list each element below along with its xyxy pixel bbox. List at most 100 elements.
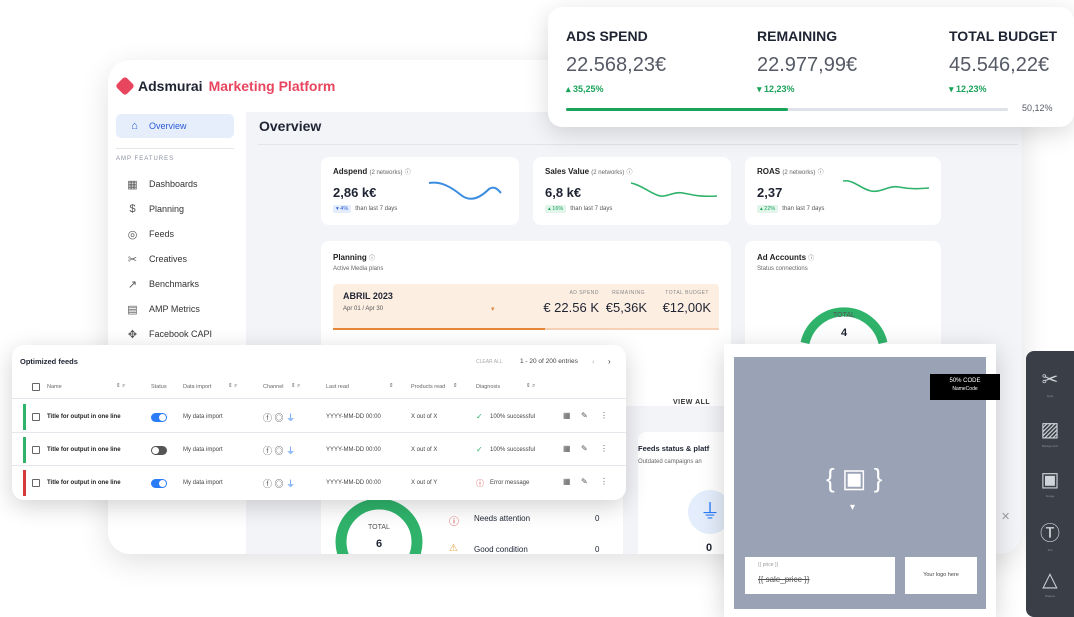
- chevron-right-icon[interactable]: ›: [608, 357, 611, 366]
- sort-search-icon[interactable]: ⇕ ⌕: [116, 383, 125, 390]
- products-read: X out of X: [411, 414, 438, 420]
- pagination-entries: 1 - 20 of 200 entries: [520, 358, 578, 365]
- info-icon: ⓘ: [817, 170, 824, 176]
- app-logo[interactable]: Adsmurai Marketing Platform: [115, 76, 336, 96]
- kpi-card-sales-value[interactable]: Sales Value (2 networks) ⓘ 6,8 k€ ▴ 16% t…: [533, 157, 731, 225]
- sort-icon[interactable]: ⇕: [389, 383, 394, 389]
- feed-name[interactable]: Title for output in one line: [47, 414, 121, 420]
- tool-style[interactable]: ✂ Style: [1026, 367, 1074, 398]
- edit-icon[interactable]: ✎: [581, 411, 588, 420]
- remaining-value: €5,36K: [605, 300, 647, 315]
- info-icon: ⓘ: [808, 256, 815, 262]
- col-channel[interactable]: Channel: [263, 384, 284, 390]
- remaining-label: REMAINING: [757, 28, 838, 44]
- brush-off-icon: ✂: [1041, 369, 1059, 391]
- price-block[interactable]: {{ price }} {{ sale_price }}: [745, 557, 895, 594]
- kpi-sparkline: [630, 182, 718, 198]
- feed-name[interactable]: Title for output in one line: [47, 447, 121, 453]
- row-checkbox[interactable]: [32, 479, 40, 487]
- logo-text: Adsmurai: [138, 78, 203, 94]
- row-checkbox[interactable]: [32, 446, 40, 454]
- sidebar-item-creatives[interactable]: ✂ Creatives: [126, 250, 187, 268]
- ad-spend-value: € 22.56 K: [543, 300, 599, 315]
- kpi-title: Adspend (2 networks) ⓘ: [333, 167, 411, 176]
- col-diagnosis[interactable]: Diagnosis: [476, 384, 500, 390]
- clear-all-button[interactable]: CLEAR ALL: [476, 359, 503, 365]
- sidebar-item-overview[interactable]: ⌂ Overview: [116, 114, 234, 138]
- facebook-icon: ⓕ: [263, 413, 273, 423]
- col-products-read[interactable]: Products read: [411, 384, 445, 390]
- select-all-checkbox[interactable]: [32, 383, 40, 391]
- col-last-read[interactable]: Last read: [326, 384, 349, 390]
- table-row[interactable]: Title for output in one line My data imp…: [12, 434, 626, 466]
- sidebar-item-facebook-capi[interactable]: ✥ Facebook CAPI: [126, 325, 212, 343]
- diagnosis: Error message: [490, 480, 530, 486]
- plan-dates: Apr 01 / Apr 30: [343, 306, 384, 312]
- kpi-title: Sales Value (2 networks) ⓘ: [545, 167, 633, 176]
- edit-icon[interactable]: ✎: [581, 444, 588, 453]
- plug-icon: ⏚: [286, 479, 296, 489]
- view-all-link[interactable]: VIEW ALL: [673, 399, 710, 406]
- last-read: YYYY-MM-DD 00:00: [326, 480, 381, 486]
- media-plan-row[interactable]: ABRIL 2023 Apr 01 / Apr 30 ▾ AD SPEND € …: [333, 284, 719, 330]
- tool-text[interactable]: Ⓣ Text: [1026, 517, 1074, 552]
- kpi-change-badge: ▾ 4%: [333, 205, 352, 213]
- feed-name[interactable]: Title for output in one line: [47, 480, 121, 486]
- more-icon[interactable]: ⋮: [600, 444, 608, 453]
- close-icon[interactable]: ✕: [1001, 510, 1010, 523]
- total-budget-value: 45.546,22€: [949, 54, 1050, 76]
- tool-image[interactable]: ▣ Image: [1026, 467, 1074, 498]
- plug-icon: ⏚: [286, 446, 296, 456]
- col-name[interactable]: Name: [47, 384, 62, 390]
- image-placeholder-icon[interactable]: { ▣ }: [826, 463, 882, 494]
- calendar-icon[interactable]: ▦: [563, 477, 571, 486]
- ads-spend-change: ▴ 35,25%: [566, 84, 604, 94]
- sidebar-item-dashboards[interactable]: ▦ Dashboards: [126, 175, 197, 193]
- kpi-card-adspend[interactable]: Adspend (2 networks) ⓘ 2,86 k€ ▾ 4% than …: [321, 157, 519, 225]
- logo-text-product: Marketing Platform: [208, 78, 336, 94]
- sidebar-section-title: AMP FEATURES: [116, 156, 175, 162]
- tool-shapes[interactable]: △ Shapes: [1026, 567, 1074, 598]
- sidebar-item-benchmarks[interactable]: ↗ Benchmarks: [126, 275, 199, 293]
- col-data-import[interactable]: Data import: [183, 384, 211, 390]
- table-row[interactable]: Title for output in one line My data imp…: [12, 467, 626, 499]
- table-row[interactable]: Title for output in one line My data imp…: [12, 401, 626, 433]
- remaining-change: ▾ 12,23%: [757, 84, 795, 94]
- more-icon[interactable]: ⋮: [600, 477, 608, 486]
- health-row-value: 0: [595, 545, 600, 554]
- edit-icon[interactable]: ✎: [581, 477, 588, 486]
- health-row-value: 0: [595, 514, 600, 523]
- calendar-icon[interactable]: ▦: [563, 411, 571, 420]
- sort-search-icon[interactable]: ⇕ ⌕: [228, 383, 237, 390]
- planning-title: Planning ⓘ: [333, 253, 376, 262]
- status-toggle[interactable]: [151, 413, 167, 422]
- plan-progress-fill: [333, 328, 545, 330]
- warning-triangle-icon: ⚠: [449, 543, 458, 554]
- row-checkbox[interactable]: [32, 413, 40, 421]
- sidebar-item-planning[interactable]: $ Planning: [126, 200, 184, 218]
- ad-spend-label: AD SPEND: [569, 290, 599, 296]
- sort-search-icon[interactable]: ⇕ ⌕: [291, 383, 300, 390]
- gauge-label: TOTAL: [368, 524, 390, 531]
- calendar-icon[interactable]: ▦: [563, 444, 571, 453]
- sort-icon[interactable]: ⇕: [453, 383, 458, 389]
- sidebar-item-label: AMP Metrics: [149, 304, 200, 314]
- creative-canvas[interactable]: 50% CODE NameCode { ▣ } ▾ {{ price }} {{…: [734, 357, 1000, 609]
- more-icon[interactable]: ⋮: [600, 411, 608, 420]
- col-status[interactable]: Status: [151, 384, 167, 390]
- chevron-left-icon[interactable]: ‹: [592, 357, 595, 366]
- row-status-bar: [23, 404, 26, 430]
- status-toggle[interactable]: [151, 446, 167, 455]
- tool-background[interactable]: ▨ Background: [1026, 417, 1074, 448]
- promo-code-badge[interactable]: 50% CODE NameCode: [930, 374, 1000, 400]
- check-icon: ✓: [476, 412, 483, 421]
- logo-placeholder[interactable]: Your logo here: [905, 557, 977, 594]
- sidebar-item-feeds[interactable]: ◎ Feeds: [126, 225, 174, 243]
- sort-search-icon[interactable]: ⇕ ⌕: [526, 383, 535, 390]
- chevron-down-icon[interactable]: ▾: [491, 305, 495, 313]
- kpi-card-roas[interactable]: ROAS (2 networks) ⓘ 2,37 ▴ 22% than last …: [745, 157, 941, 225]
- creative-preview-panel: 50% CODE NameCode { ▣ } ▾ {{ price }} {{…: [724, 344, 1000, 617]
- status-toggle[interactable]: [151, 479, 167, 488]
- sidebar-item-amp-metrics[interactable]: ▤ AMP Metrics: [126, 300, 200, 318]
- gauge-value: 6: [375, 538, 383, 550]
